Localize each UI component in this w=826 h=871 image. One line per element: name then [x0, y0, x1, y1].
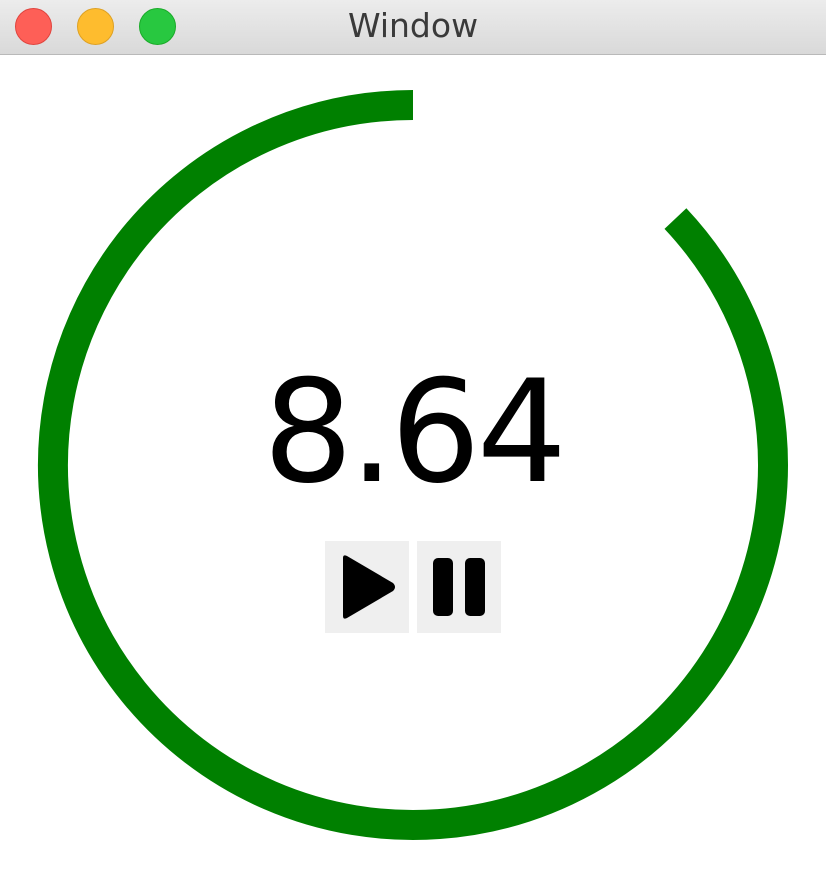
window-title: Window — [347, 6, 479, 45]
playback-controls — [325, 541, 501, 633]
app-window: Window 8.64 — [0, 0, 826, 871]
play-icon — [343, 555, 395, 619]
timer-panel: 8.64 — [0, 55, 826, 871]
play-button[interactable] — [325, 541, 409, 633]
pause-button[interactable] — [417, 541, 501, 633]
title-bar[interactable]: Window — [0, 0, 826, 55]
pause-icon — [433, 558, 485, 616]
timer-value: 8.64 — [262, 350, 567, 515]
